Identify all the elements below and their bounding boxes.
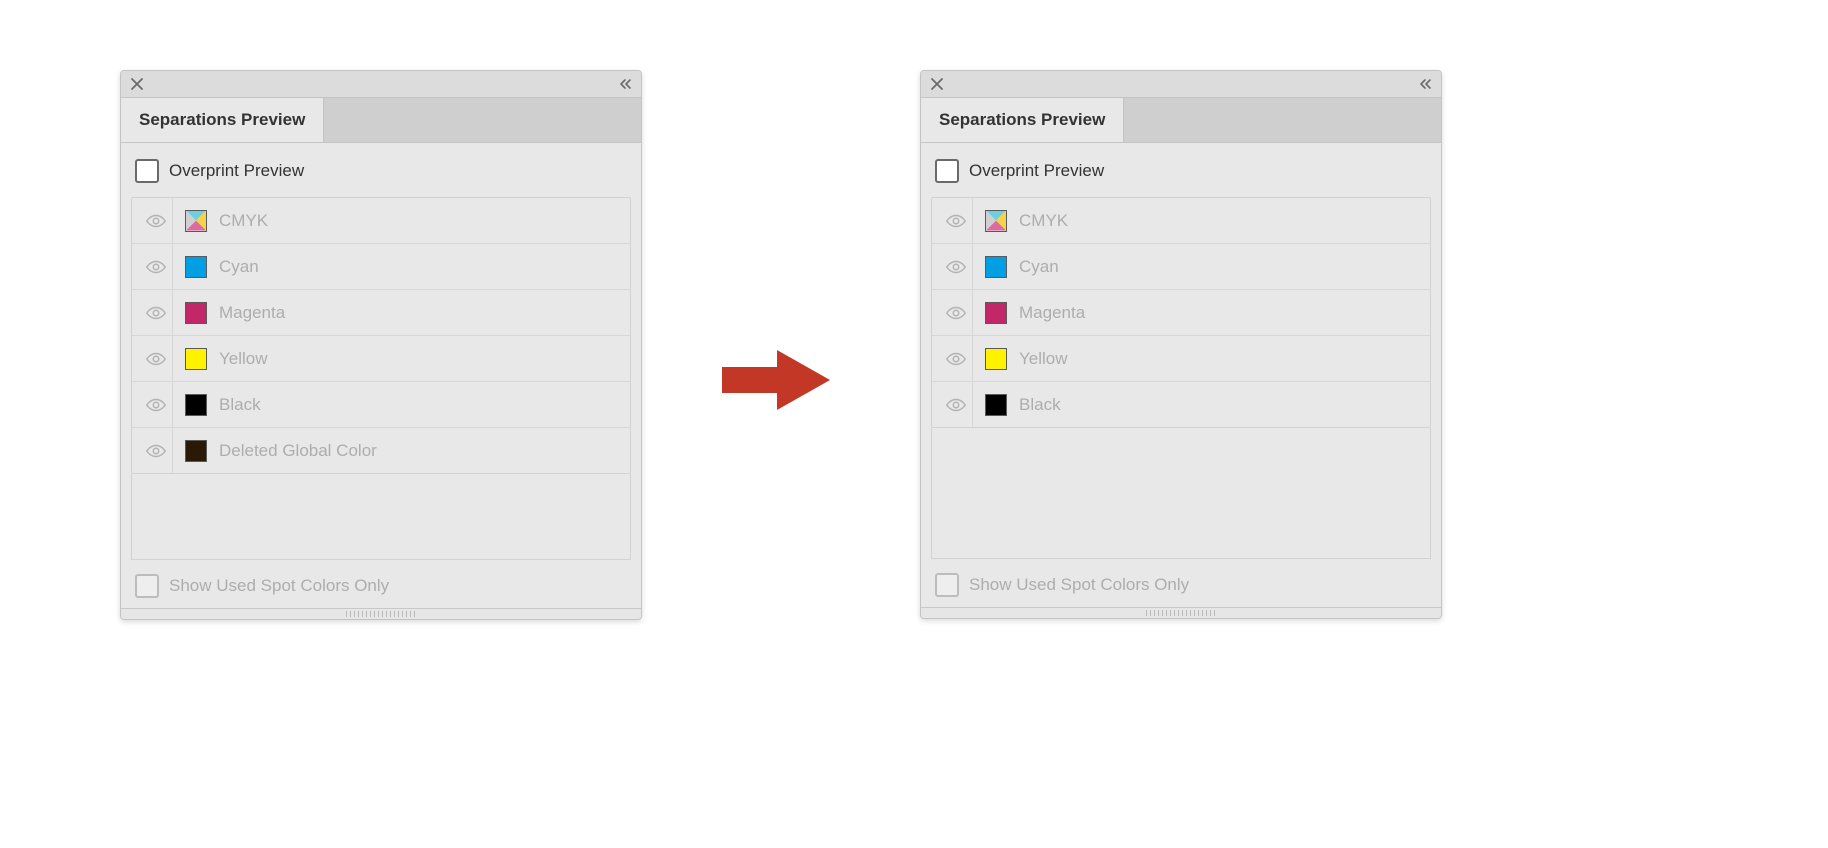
separation-label: Magenta [219,303,622,323]
visibility-toggle[interactable] [940,244,973,289]
swatch-yellow [985,348,1007,370]
show-used-spot-checkbox [935,573,959,597]
swatch-deleted [185,440,207,462]
show-used-spot-label: Show Used Spot Colors Only [169,576,389,596]
swatch-magenta [985,302,1007,324]
overprint-preview-row: Overprint Preview [131,157,631,197]
visibility-toggle[interactable] [140,290,173,335]
separation-label: Yellow [1019,349,1422,369]
close-icon[interactable] [929,76,945,92]
collapse-icon[interactable] [617,76,633,92]
separations-list-empty-area [131,474,631,560]
separation-row-magenta[interactable]: Magenta [932,290,1430,336]
overprint-preview-row: Overprint Preview [931,157,1431,197]
separation-row-black[interactable]: Black [132,382,630,428]
swatch-black [985,394,1007,416]
separation-label: Deleted Global Color [219,441,622,461]
separation-label: Yellow [219,349,622,369]
separation-row-black[interactable]: Black [932,382,1430,427]
visibility-toggle[interactable] [940,198,973,243]
visibility-toggle[interactable] [140,198,173,243]
panel-titlebar [921,71,1441,98]
tab-strip: Separations Preview [121,98,641,143]
separation-row-cmyk[interactable]: CMYK [932,198,1430,244]
swatch-cmyk [985,210,1007,232]
arrow-right-icon [722,345,832,415]
tab-label: Separations Preview [939,110,1105,130]
show-used-spot-checkbox [135,574,159,598]
separations-panel-before: Separations Preview Overprint Preview CM… [120,70,642,620]
separation-row-yellow[interactable]: Yellow [932,336,1430,382]
swatch-magenta [185,302,207,324]
overprint-preview-label: Overprint Preview [169,161,304,181]
separation-label: Cyan [219,257,622,277]
separation-row-cyan[interactable]: Cyan [132,244,630,290]
swatch-yellow [185,348,207,370]
visibility-toggle[interactable] [140,336,173,381]
swatch-black [185,394,207,416]
visibility-toggle[interactable] [940,290,973,335]
resize-grip[interactable] [921,607,1441,618]
visibility-toggle[interactable] [940,382,973,427]
show-used-spot-label: Show Used Spot Colors Only [969,575,1189,595]
separation-row-magenta[interactable]: Magenta [132,290,630,336]
separation-label: Cyan [1019,257,1422,277]
separation-row-cyan[interactable]: Cyan [932,244,1430,290]
separation-label: CMYK [219,211,622,231]
separation-label: Black [219,395,622,415]
separation-label: Black [1019,395,1422,415]
visibility-toggle[interactable] [140,244,173,289]
visibility-toggle[interactable] [140,382,173,427]
visibility-toggle[interactable] [940,336,973,381]
tab-label: Separations Preview [139,110,305,130]
separation-row-cmyk[interactable]: CMYK [132,198,630,244]
visibility-toggle[interactable] [140,428,173,473]
panel-footer: Show Used Spot Colors Only [121,560,641,608]
separations-list: CMYK Cyan Magenta Yellow Black Deleted Global… [131,197,631,474]
close-icon[interactable] [129,76,145,92]
separation-row-yellow[interactable]: Yellow [132,336,630,382]
overprint-preview-checkbox[interactable] [135,159,159,183]
separations-panel-after: Separations Preview Overprint Preview CM… [920,70,1442,619]
tab-strip: Separations Preview [921,98,1441,143]
separation-label: Magenta [1019,303,1422,323]
panel-titlebar [121,71,641,98]
overprint-preview-label: Overprint Preview [969,161,1104,181]
separations-list-empty-area [931,428,1431,559]
swatch-cyan [985,256,1007,278]
collapse-icon[interactable] [1417,76,1433,92]
swatch-cmyk [185,210,207,232]
overprint-preview-checkbox[interactable] [935,159,959,183]
separation-row-deleted[interactable]: Deleted Global Color [132,428,630,473]
tab-separations-preview[interactable]: Separations Preview [921,98,1124,142]
panel-footer: Show Used Spot Colors Only [921,559,1441,607]
swatch-cyan [185,256,207,278]
separation-label: CMYK [1019,211,1422,231]
tab-separations-preview[interactable]: Separations Preview [121,98,324,142]
resize-grip[interactable] [121,608,641,619]
separations-list: CMYK Cyan Magenta Yellow Black [931,197,1431,428]
